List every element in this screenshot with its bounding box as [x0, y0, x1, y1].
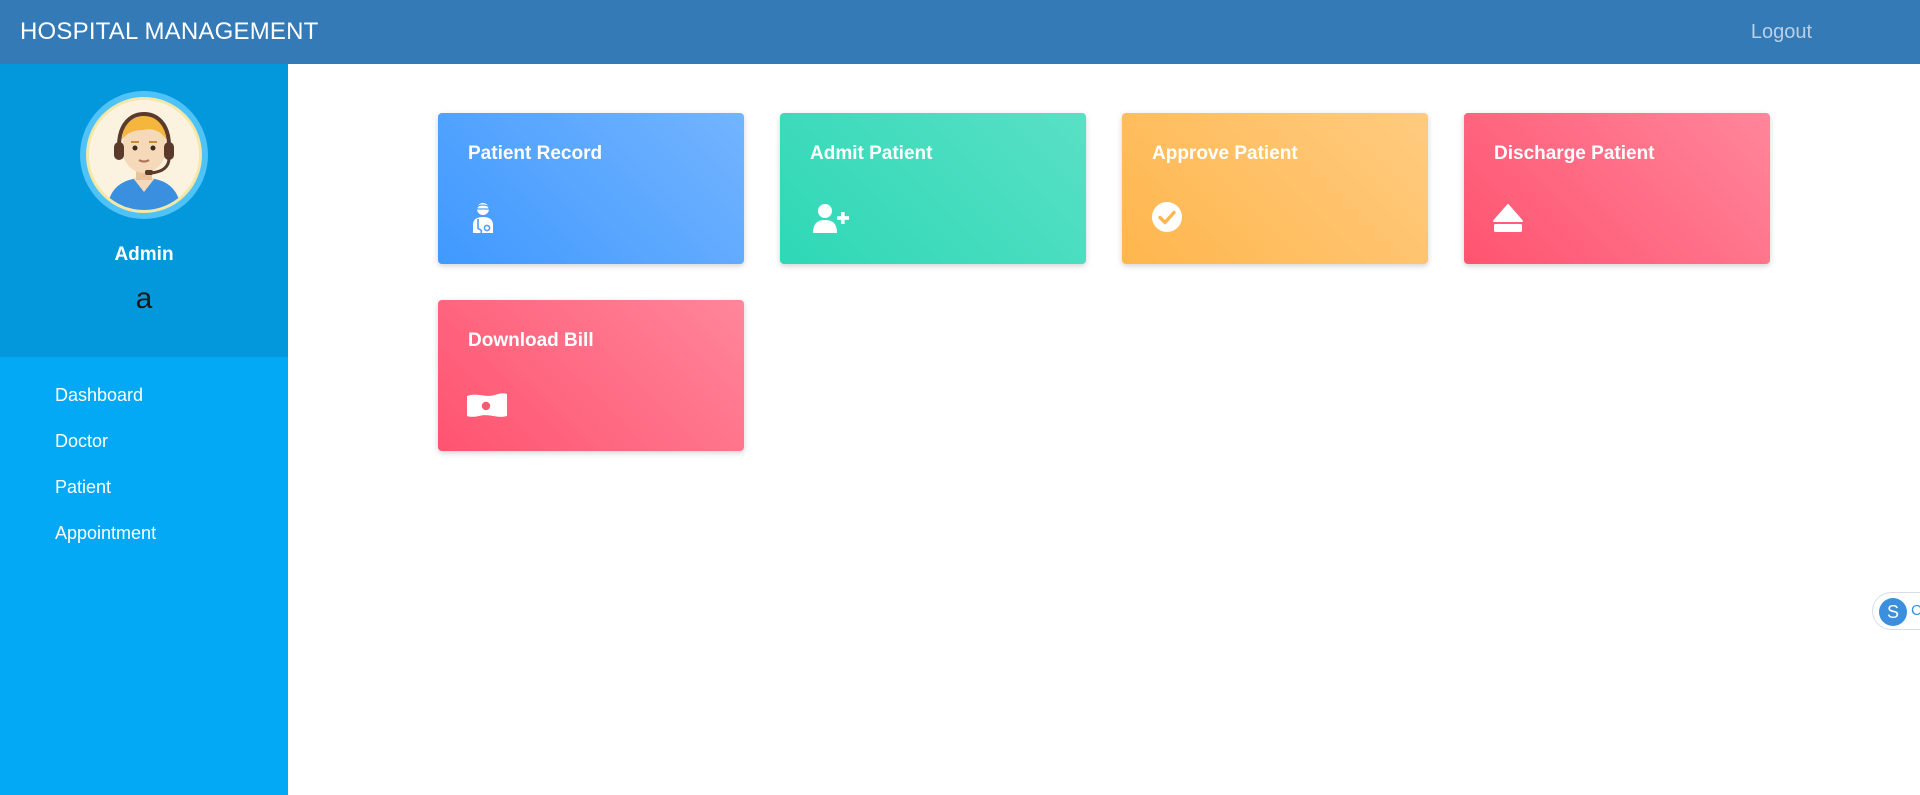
sidebar-item-patient[interactable]: Patient — [0, 464, 288, 510]
chat-widget-label: C — [1911, 602, 1920, 619]
patient-record-card[interactable]: Patient Record — [438, 113, 744, 264]
logout-link[interactable]: Logout — [1751, 0, 1812, 64]
admin-name: Admin — [114, 244, 174, 265]
skype-icon: S — [1879, 598, 1907, 626]
sidebar-item-appointment[interactable]: Appointment — [0, 510, 288, 556]
chat-widget[interactable]: S C — [1872, 592, 1920, 630]
support-agent-avatar-icon — [89, 100, 199, 210]
card-title: Admit Patient — [810, 143, 933, 164]
admit-patient-card[interactable]: Admit Patient — [780, 113, 1086, 264]
admin-username: a — [135, 282, 153, 315]
money-bill-icon — [467, 393, 507, 417]
sidebar-nav: Dashboard Doctor Patient Appointment — [0, 372, 288, 556]
card-title: Download Bill — [468, 330, 594, 351]
avatar-ring — [80, 91, 208, 219]
discharge-patient-card[interactable]: Discharge Patient — [1464, 113, 1770, 264]
top-navbar: HOSPITAL MANAGEMENT Logout — [0, 0, 1920, 64]
avatar — [86, 97, 202, 213]
card-title: Discharge Patient — [1494, 143, 1655, 164]
sidebar-item-doctor[interactable]: Doctor — [0, 418, 288, 464]
card-title: Approve Patient — [1152, 143, 1298, 164]
sidebar-item-dashboard[interactable]: Dashboard — [0, 372, 288, 418]
user-plus-icon — [813, 204, 849, 233]
check-circle-icon — [1152, 202, 1182, 232]
brand-title[interactable]: HOSPITAL MANAGEMENT — [20, 0, 319, 64]
sidebar: Admin a Dashboard Doctor Patient Appoint… — [0, 64, 288, 795]
download-bill-card[interactable]: Download Bill — [438, 300, 744, 451]
card-title: Patient Record — [468, 143, 603, 164]
profile-panel: Admin a — [0, 64, 288, 357]
approve-patient-card[interactable]: Approve Patient — [1122, 113, 1428, 264]
user-injured-icon — [473, 203, 493, 234]
eject-icon — [1493, 204, 1523, 232]
